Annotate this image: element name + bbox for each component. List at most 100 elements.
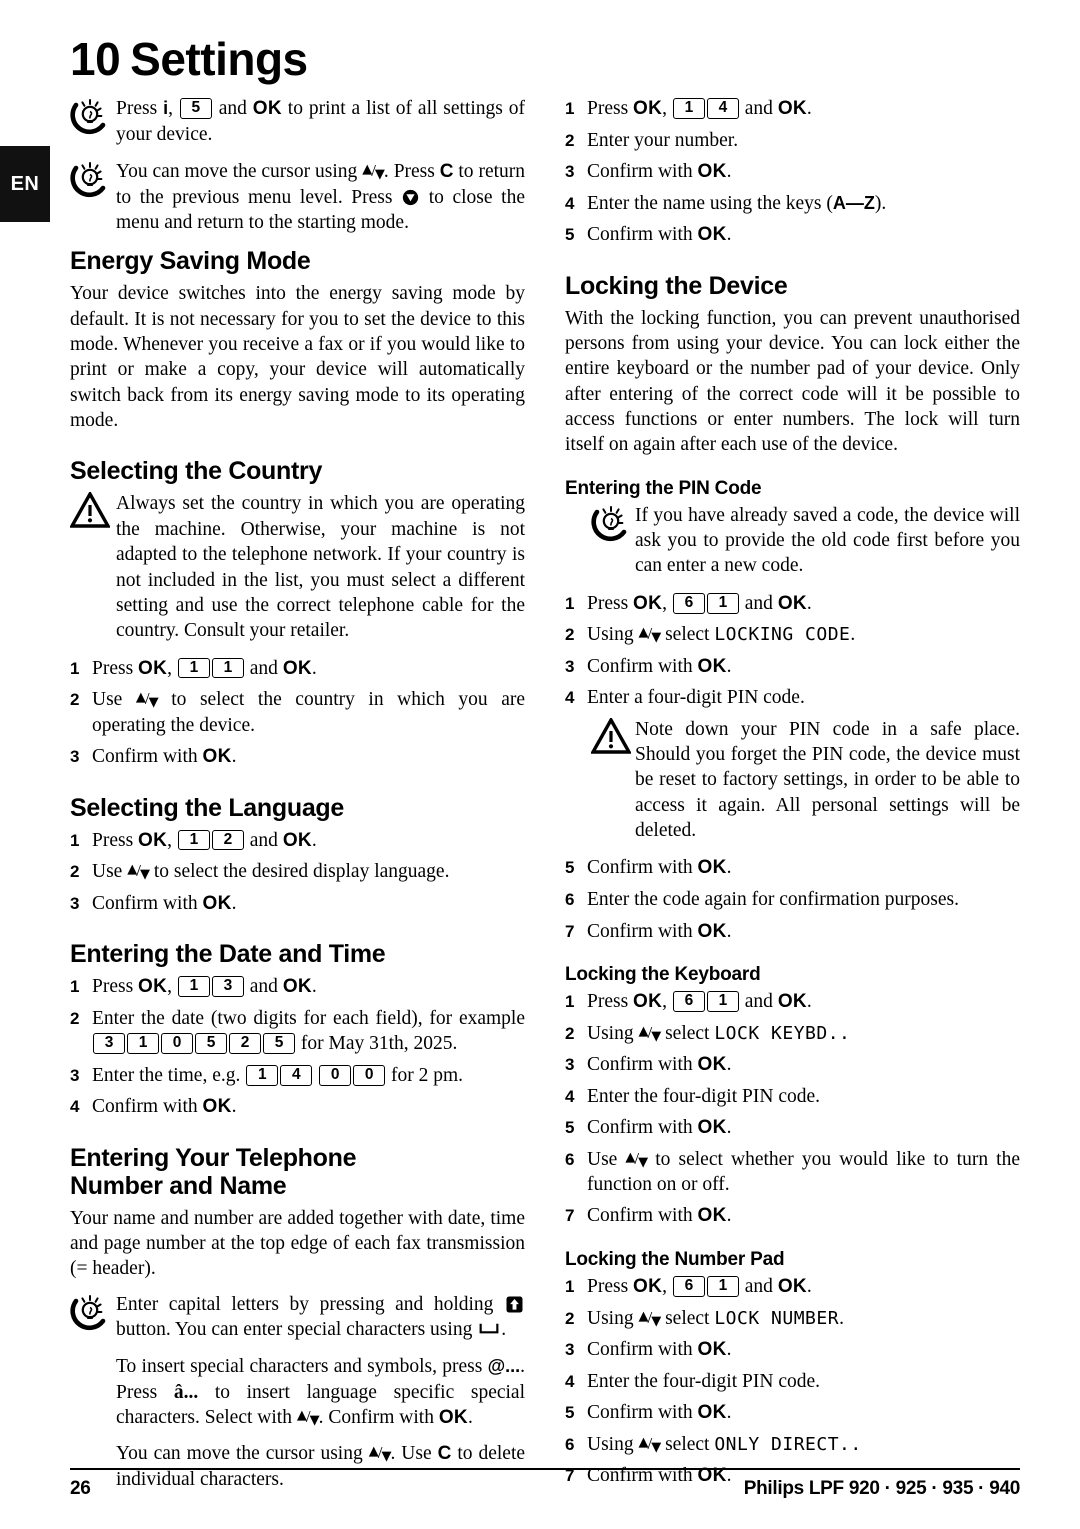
hint-capital-letters: Enter capital letters by pressing and ho… xyxy=(70,1292,525,1343)
step-text: Enter the code again for confirmation pu… xyxy=(587,889,959,911)
step-number: 6 xyxy=(565,1149,575,1169)
up-down-arrow-icon: ▲/▼ xyxy=(135,689,159,711)
c-key-label: C xyxy=(439,161,454,183)
ok-key-label: OK xyxy=(633,991,663,1013)
step-text: Confirm with OK. xyxy=(587,1205,732,1227)
step-text: Confirm with OK. xyxy=(587,224,732,246)
keypad-key: 1 xyxy=(706,1276,739,1297)
step-text: Using ▲/▼ select LOCKING CODE. xyxy=(587,624,856,646)
instruction-step: 3 Confirm with OK. xyxy=(565,654,1020,680)
step-text: Confirm with OK. xyxy=(92,745,237,767)
keypad-key: 1 xyxy=(127,1033,159,1055)
page-content: 10 Settings Press i, 5 and OK to print a … xyxy=(69,36,1020,1490)
step-number: 5 xyxy=(565,1118,575,1138)
step-text: Confirm with OK. xyxy=(587,1402,732,1424)
step-text: Using ▲/▼ select LOCK KEYBD.. xyxy=(587,1022,851,1044)
step-text: Use ▲/▼ to select the country in which y… xyxy=(92,689,526,736)
heading-selecting-the-language: Selecting the Language xyxy=(70,793,345,822)
instruction-step: 4 Enter the name using the keys (A—Z). xyxy=(565,191,1020,216)
up-down-arrow-icon: ▲/▼ xyxy=(638,1022,661,1044)
instruction-step: 1 Press OK, 61 and OK. xyxy=(565,989,1020,1015)
step-number: 4 xyxy=(565,193,575,213)
step-number: 4 xyxy=(565,688,575,708)
step-text: Enter the time, e.g. 14 00 for 2 pm. xyxy=(92,1064,464,1086)
keypad-key: 1 xyxy=(177,829,210,851)
steps-pin-code-before-warning: 1 Press OK, 61 and OK. 2 Using ▲/▼ select L… xyxy=(565,591,1020,711)
heading-line-2: Number and Name xyxy=(70,1171,287,1200)
warning-selecting-country-text: Always set the country in which you are … xyxy=(116,493,525,642)
steps-selecting-language: 1 Press OK, 12 and OK. 2 Use ▲/▼ to select … xyxy=(70,828,525,917)
keypad-key: 1 xyxy=(706,991,739,1012)
step-number: 2 xyxy=(565,130,575,150)
hint-bulb-icon xyxy=(70,1292,116,1336)
ok-key-label: OK xyxy=(282,829,312,851)
keypad-key: 4 xyxy=(280,1064,313,1086)
step-text: Enter the date (two digits for each fiel… xyxy=(92,1008,525,1055)
instruction-step: 1 Press OK, 61 and OK. xyxy=(565,1274,1020,1300)
ok-key-label: OK xyxy=(138,829,168,851)
paragraph-locking-device: With the locking function, you can preve… xyxy=(565,307,1020,456)
step-number: 1 xyxy=(565,99,575,118)
instruction-step: 2 Using ▲/▼ select LOCK KEYBD.. xyxy=(565,1021,1020,1046)
heading-locking-the-number-pad: Locking the Number Pad xyxy=(565,1249,785,1271)
step-text: Press OK, 11 and OK. xyxy=(92,657,317,679)
ok-key-label: OK xyxy=(697,920,727,942)
hint-pin-code: If you have already saved a code, the de… xyxy=(565,503,1020,579)
instruction-step: 1 Press OK, 14 and OK. xyxy=(565,96,1020,122)
display-text: LOCK NUMBER xyxy=(714,1307,840,1329)
up-down-arrow-icon: ▲/▼ xyxy=(368,1442,392,1464)
step-number: 2 xyxy=(70,862,80,882)
step-number: 1 xyxy=(565,593,575,613)
step-number: 2 xyxy=(565,625,575,645)
up-down-arrow-icon: ▲/▼ xyxy=(625,1148,648,1170)
up-down-arrow-icon: ▲/▼ xyxy=(638,1433,661,1455)
ok-key-label: OK xyxy=(697,224,727,246)
step-number: 2 xyxy=(565,1308,575,1328)
instruction-step: 7 Confirm with OK. xyxy=(565,1203,1020,1229)
ok-key-label: OK xyxy=(697,1117,727,1139)
warning-triangle-icon xyxy=(69,491,116,533)
hint-note-text: Press i, 5 and OK to print a list of all… xyxy=(116,98,526,145)
paragraph-energy-saving: Your device switches into the energy sav… xyxy=(70,283,525,432)
instruction-step: 1 Press OK, 12 and OK. xyxy=(70,828,525,854)
step-number: 3 xyxy=(70,1065,80,1085)
step-number: 2 xyxy=(70,690,80,710)
ok-key-label: OK xyxy=(282,657,312,679)
instruction-step: 3 Confirm with OK. xyxy=(70,891,525,917)
instruction-step: 3 Confirm with OK. xyxy=(565,1052,1020,1078)
step-number: 6 xyxy=(565,890,575,910)
instruction-step: 3 Confirm with OK. xyxy=(565,159,1020,185)
stop-icon xyxy=(401,187,420,208)
shift-key-icon xyxy=(504,1294,525,1315)
ok-key-label: OK xyxy=(438,1407,468,1429)
step-text: Confirm with OK. xyxy=(587,857,732,879)
info-key-label: i xyxy=(163,98,169,118)
ok-key-label: OK xyxy=(202,892,232,914)
keypad-key: 1 xyxy=(177,657,210,679)
keypad-key: 1 xyxy=(672,98,705,119)
ok-key-label: OK xyxy=(697,1339,727,1361)
keypad-key: 6 xyxy=(672,1276,705,1297)
step-number: 5 xyxy=(565,225,575,245)
ok-key-label: OK xyxy=(633,592,663,614)
step-text: Press OK, 61 and OK. xyxy=(587,1276,812,1297)
hint-bulb-icon xyxy=(591,503,635,547)
sub-paragraph: To insert special characters and symbols… xyxy=(116,1356,525,1429)
step-text: Enter the four-digit PIN code. xyxy=(587,1085,821,1107)
ok-key-label: OK xyxy=(633,1276,663,1297)
space-key-icon xyxy=(477,1319,501,1340)
keypad-key: 2 xyxy=(229,1033,261,1055)
page-title: 10 Settings xyxy=(70,36,1020,82)
manual-page: EN 10 Settings Press i, 5 and OK to print… xyxy=(0,0,1080,1529)
step-text: Enter your number. xyxy=(587,129,739,151)
hint-bulb-icon xyxy=(70,159,116,203)
step-text: Press OK, 61 and OK. xyxy=(587,592,812,614)
step-text: Confirm with OK. xyxy=(587,655,732,677)
step-text: Press OK, 12 and OK. xyxy=(92,829,317,851)
step-number: 1 xyxy=(565,1277,575,1296)
warning-pin-code: Note down your PIN code in a safe place.… xyxy=(565,716,1020,844)
intro-notes: Press i, 5 and OK to print a list of all… xyxy=(70,96,525,235)
instruction-step: 6 Use ▲/▼ to select whether you would lik… xyxy=(565,1147,1020,1198)
step-number: 3 xyxy=(565,1055,575,1075)
instruction-step: 7 Confirm with OK. xyxy=(565,919,1020,945)
